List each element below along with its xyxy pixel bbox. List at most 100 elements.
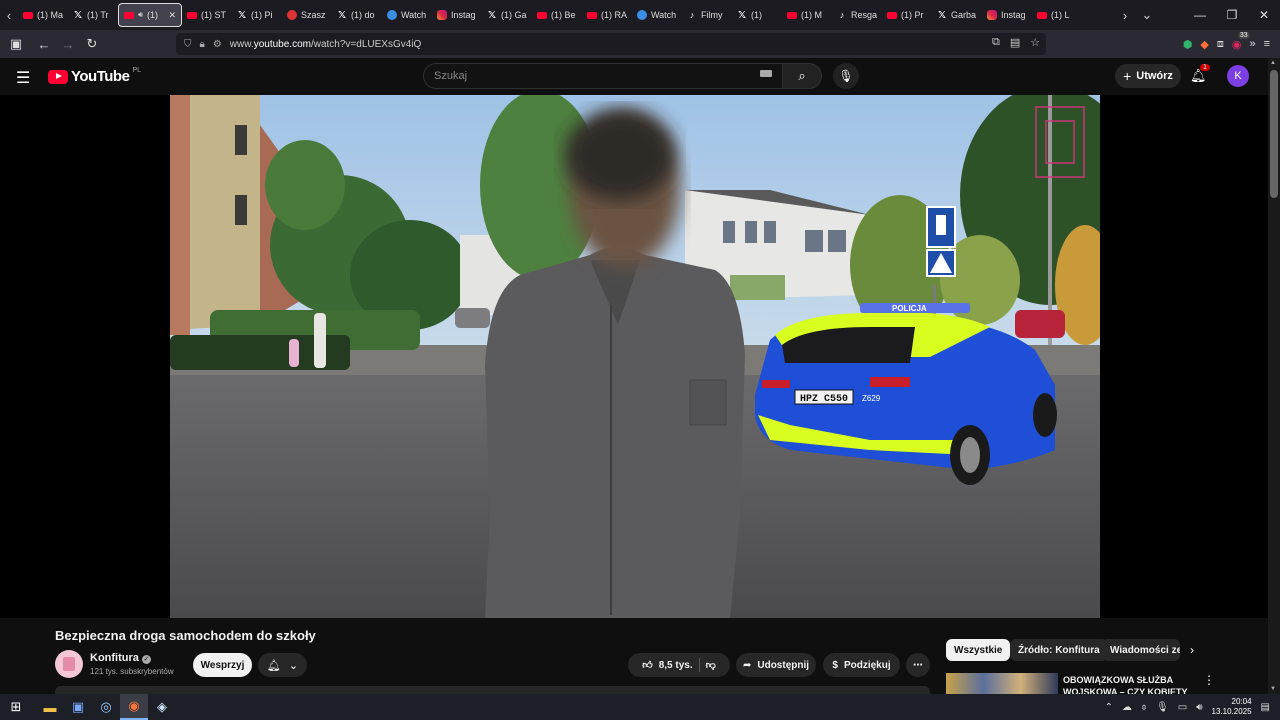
browser-tab[interactable]: Watch xyxy=(632,3,682,27)
like-button[interactable]: 👍︎ 8,5 tys. xyxy=(642,659,692,672)
clock[interactable]: 20:04 13.10.2025 xyxy=(1212,697,1252,717)
tray-chevron-up-icon[interactable]: ⌃ xyxy=(1105,702,1113,713)
sidebar-toggle-icon[interactable]: ▣ xyxy=(4,32,28,56)
shield-extension-icon[interactable]: ⬢ xyxy=(1183,38,1193,51)
thanks-button[interactable]: $ Podziękuj xyxy=(823,653,900,677)
keyboard-icon[interactable] xyxy=(760,70,772,77)
firefox-icon[interactable]: ◉ xyxy=(120,694,148,720)
support-button[interactable]: Wesprzyj xyxy=(193,653,252,677)
back-icon[interactable]: ← xyxy=(32,32,56,56)
recommendation-title[interactable]: OBOWIĄZKOWA SŁUŻBA WOJSKOWA – CZY KOBIET… xyxy=(1063,674,1193,694)
overflow-menu-icon[interactable]: » xyxy=(1249,38,1255,50)
notifications-button[interactable]: 🔔︎ 1 xyxy=(1190,64,1210,84)
tabs-scroll-left-icon[interactable]: ‹ xyxy=(0,0,18,30)
url-text[interactable]: www.youtube.com/watch?v=dLUEXsGv4iQ xyxy=(230,39,422,50)
close-window-icon[interactable]: ✕ xyxy=(1248,0,1280,30)
permissions-icon[interactable]: ⚙ xyxy=(213,39,222,50)
subscription-notifications-button[interactable]: 🔔︎ ⌄ xyxy=(258,653,307,677)
description-box[interactable] xyxy=(55,686,930,694)
forward-icon[interactable]: → xyxy=(56,32,80,56)
browser-tab[interactable]: (1) L xyxy=(1032,3,1082,27)
extension-badge-icon[interactable]: ◉ 33 xyxy=(1232,31,1250,51)
browser-tab[interactable]: (1) M xyxy=(782,3,832,27)
picture-in-picture-icon[interactable]: ⧉ xyxy=(992,36,1000,49)
microphone-icon[interactable]: 🎙︎ xyxy=(1156,702,1169,713)
reload-icon[interactable]: ↻ xyxy=(80,32,104,56)
chip-all[interactable]: Wszystkie xyxy=(946,639,1011,661)
cloud-icon[interactable]: ☁ xyxy=(1122,702,1132,713)
reader-view-icon[interactable]: ▤ xyxy=(1010,36,1020,49)
browser-tab[interactable]: (1) RA xyxy=(582,3,632,27)
app-icon[interactable]: ◈ xyxy=(148,694,176,720)
video-player[interactable]: POLICJA HPZ C550 Z629 xyxy=(170,95,1100,618)
start-windows-icon[interactable]: ⊞ xyxy=(2,694,30,720)
browser-tab[interactable]: Instag xyxy=(982,3,1032,27)
browser-tab[interactable]: (1) Be xyxy=(532,3,582,27)
restore-icon[interactable]: ❐ xyxy=(1216,0,1248,30)
scrollbar-thumb[interactable] xyxy=(1270,70,1278,198)
search-button[interactable]: ⌕ xyxy=(782,63,822,89)
minimize-icon[interactable]: — xyxy=(1184,0,1216,30)
channel-name[interactable]: Konfitura ✓ xyxy=(90,652,151,664)
usb-icon[interactable]: ⌽ xyxy=(1141,702,1147,713)
browser-tab[interactable]: Watch xyxy=(382,3,432,27)
browser-tab[interactable]: 𝕏 (1) Pi xyxy=(232,3,282,27)
scroll-up-icon[interactable]: ▲ xyxy=(1270,60,1276,66)
browser-tab[interactable]: Instag xyxy=(432,3,482,27)
chips-next-icon[interactable]: › xyxy=(1190,643,1194,657)
tabs-scroll-right-icon[interactable]: › xyxy=(1116,0,1134,30)
tracking-shield-icon[interactable]: ⛉ xyxy=(184,39,192,50)
browser-tab[interactable]: (1) Ma xyxy=(18,3,68,27)
address-bar[interactable]: ⛉ 🔒︎ ⚙ www.youtube.com/watch?v=dLUEXsGv4… xyxy=(176,33,1046,55)
tab-label: Garba xyxy=(951,10,977,20)
audio-playing-icon[interactable]: 🔊︎ xyxy=(138,10,143,20)
voice-search-button[interactable]: 🎙︎ xyxy=(833,63,859,89)
channel-avatar[interactable] xyxy=(55,650,83,678)
tab-label: Resga xyxy=(851,10,878,20)
create-button[interactable]: + Utwórz xyxy=(1115,64,1181,88)
account-avatar[interactable]: K xyxy=(1227,65,1249,87)
x-icon: 𝕏 xyxy=(337,9,347,21)
scroll-down-icon[interactable]: ▼ xyxy=(1270,686,1276,692)
network-icon[interactable]: ▭ xyxy=(1178,702,1187,713)
fox-extension-icon[interactable]: ◆ xyxy=(1200,38,1208,51)
browser-tab[interactable]: 𝕏 (1) do xyxy=(332,3,382,27)
browser-tab[interactable]: (1) Pr xyxy=(882,3,932,27)
lock-icon[interactable]: 🔒︎ xyxy=(200,39,205,50)
puzzle-extension-icon[interactable]: ⧈ xyxy=(1217,38,1224,51)
browser-tab[interactable]: ♪ Filmy xyxy=(682,3,732,27)
search-input[interactable]: Szukaj xyxy=(423,63,783,89)
like-dislike-group: 👍︎ 8,5 tys. 👎︎ xyxy=(628,653,730,677)
browser-tab[interactable]: 𝕏 (1) xyxy=(732,3,782,27)
share-button[interactable]: ➦ Udostępnij xyxy=(736,653,816,677)
recommendation-menu-icon[interactable]: ⋮ xyxy=(1203,673,1215,687)
youtube-logo[interactable]: YouTube PL xyxy=(48,67,141,85)
notification-center-icon[interactable]: ▤ xyxy=(1261,702,1270,713)
hamburger-menu-icon[interactable]: ≡ xyxy=(1264,38,1270,50)
bookmark-star-icon[interactable]: ☆ xyxy=(1030,36,1040,49)
dislike-button[interactable]: 👎︎ xyxy=(706,659,716,671)
browser-tab[interactable]: 𝕏 Garba xyxy=(932,3,982,27)
volume-icon[interactable]: 🔊︎ xyxy=(1196,702,1202,713)
youtube-icon xyxy=(23,11,33,19)
page-scrollbar[interactable]: ▲ ▼ xyxy=(1268,58,1280,694)
guide-menu-icon[interactable]: ☰ xyxy=(16,68,30,88)
browser-tab[interactable]: 🔊︎ (1) ✕ xyxy=(118,3,182,27)
browser-tab[interactable]: 𝕏 (1) Tr xyxy=(68,3,118,27)
youtube-icon xyxy=(187,11,197,19)
browser-tab[interactable]: Szasz xyxy=(282,3,332,27)
file-explorer-icon[interactable]: ▬ xyxy=(36,694,64,720)
chip-source[interactable]: Źródło: Konfitura xyxy=(1010,639,1108,661)
browser-tab[interactable]: 𝕏 (1) Ga xyxy=(482,3,532,27)
browser-tab[interactable]: (1) ST xyxy=(182,3,232,27)
close-tab-icon[interactable]: ✕ xyxy=(168,10,176,21)
tab-label: (1) Tr xyxy=(87,10,109,20)
tab-list-chevron-icon[interactable]: ⌄ xyxy=(1138,0,1156,30)
browser-tab[interactable]: ♪ Resga xyxy=(832,3,882,27)
channel-name-text[interactable]: Konfitura xyxy=(90,652,139,664)
recommendation-thumbnail[interactable] xyxy=(946,673,1058,694)
chip-news[interactable]: Wiadomości ze ś xyxy=(1102,639,1180,661)
remote-desktop-icon[interactable]: ▣ xyxy=(64,694,92,720)
steam-icon[interactable]: ◎ xyxy=(92,694,120,720)
more-actions-button[interactable]: ⋯ xyxy=(906,653,930,677)
